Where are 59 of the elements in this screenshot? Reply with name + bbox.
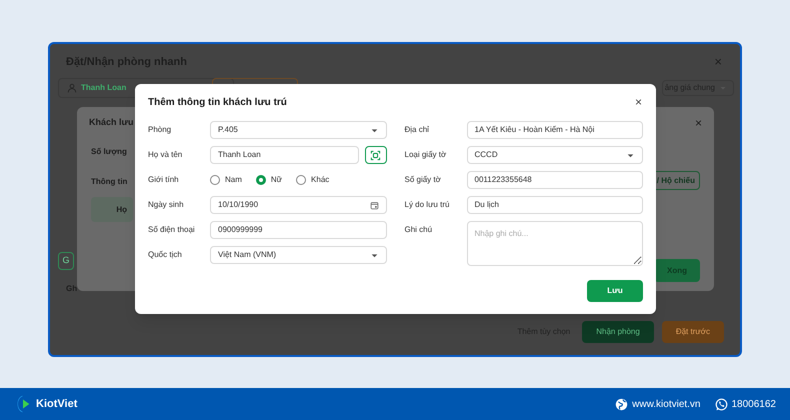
phone-icon — [714, 398, 728, 410]
field-value: Thanh Loan — [218, 149, 261, 161]
field-value: 0900999999 — [218, 224, 262, 236]
radio-label: Khác — [311, 174, 330, 186]
field-label: Thông tin — [91, 176, 128, 188]
notes-field[interactable]: Nhập ghi chú... — [466, 221, 643, 266]
input-field[interactable]: Thanh Loan — [210, 146, 358, 164]
radio-option[interactable]: Khác — [296, 174, 330, 186]
field-label: Địa chỉ — [404, 124, 430, 136]
radio-label: Nam — [225, 174, 242, 186]
scan-icon — [370, 150, 381, 160]
radio-button[interactable] — [256, 175, 266, 185]
field-value: CCCD — [474, 149, 498, 161]
calendar-icon — [370, 200, 378, 210]
field-label: Lý do lưu trú — [404, 199, 450, 211]
field-label: Phòng — [148, 124, 172, 136]
date-field[interactable]: 10/10/1990 — [210, 196, 386, 214]
field-label: Ghi chú — [404, 224, 434, 236]
field-label: Số giấy tờ — [404, 174, 442, 186]
field-label: Số điện thoại — [148, 224, 196, 236]
field-value: Việt Nam (VNM) — [218, 249, 276, 261]
action-button[interactable]: Đặt trước — [662, 321, 724, 343]
scan-button[interactable] — [364, 146, 386, 164]
radio-option[interactable]: Nữ — [256, 174, 282, 186]
radio-button[interactable] — [210, 175, 220, 185]
table-header: Họ — [91, 197, 133, 222]
hotline-number[interactable]: 18006162 — [732, 396, 776, 412]
chip[interactable]: G — [58, 252, 74, 270]
person-icon — [67, 83, 77, 93]
select-field[interactable]: Việt Nam (VNM) — [210, 246, 386, 264]
globe-icon — [615, 398, 628, 410]
input-field[interactable]: 0900999999 — [210, 221, 386, 239]
dialog-title: Thêm thông tin khách lưu trú — [148, 96, 287, 110]
brand-name: KiotViet — [36, 396, 78, 412]
field-value: 10/10/1990 — [218, 199, 258, 211]
field-label: Giới tính — [148, 174, 180, 186]
field-label: Ngày sinh — [148, 199, 185, 211]
field-value: P.405 — [218, 124, 238, 136]
close-button[interactable]: × — [634, 93, 642, 111]
website-link[interactable]: www.kiotviet.vn — [632, 396, 700, 412]
field-label: Quốc tịch — [148, 249, 183, 261]
field-value: 1A Yết Kiêu - Hoàn Kiếm - Hà Nội — [474, 124, 594, 136]
input-field[interactable]: 0011223355648 — [466, 171, 643, 189]
select-field[interactable]: CCCD — [466, 146, 643, 164]
radio-button[interactable] — [296, 175, 306, 185]
field-label: Họ và tên — [148, 149, 184, 161]
save-button[interactable]: Lưu — [587, 280, 643, 302]
field-value: 0011223355648 — [474, 174, 532, 186]
select-field[interactable]: P.405 — [210, 121, 386, 139]
action-button[interactable]: Nhận phòng — [582, 321, 654, 343]
field-label: Số lượng — [91, 146, 127, 158]
radio-option[interactable]: Nam — [210, 174, 242, 186]
dialog-title: Khách lưu — [89, 116, 134, 129]
guest-name: Thanh Loan — [81, 82, 126, 94]
input-field[interactable]: 1A Yết Kiêu - Hoàn Kiếm - Hà Nội — [466, 121, 643, 139]
field-value: Du lịch — [474, 199, 499, 211]
radio-label: Nữ — [270, 174, 282, 186]
field-label: Loại giấy tờ — [404, 149, 448, 161]
input-field[interactable]: Du lịch — [466, 196, 643, 214]
